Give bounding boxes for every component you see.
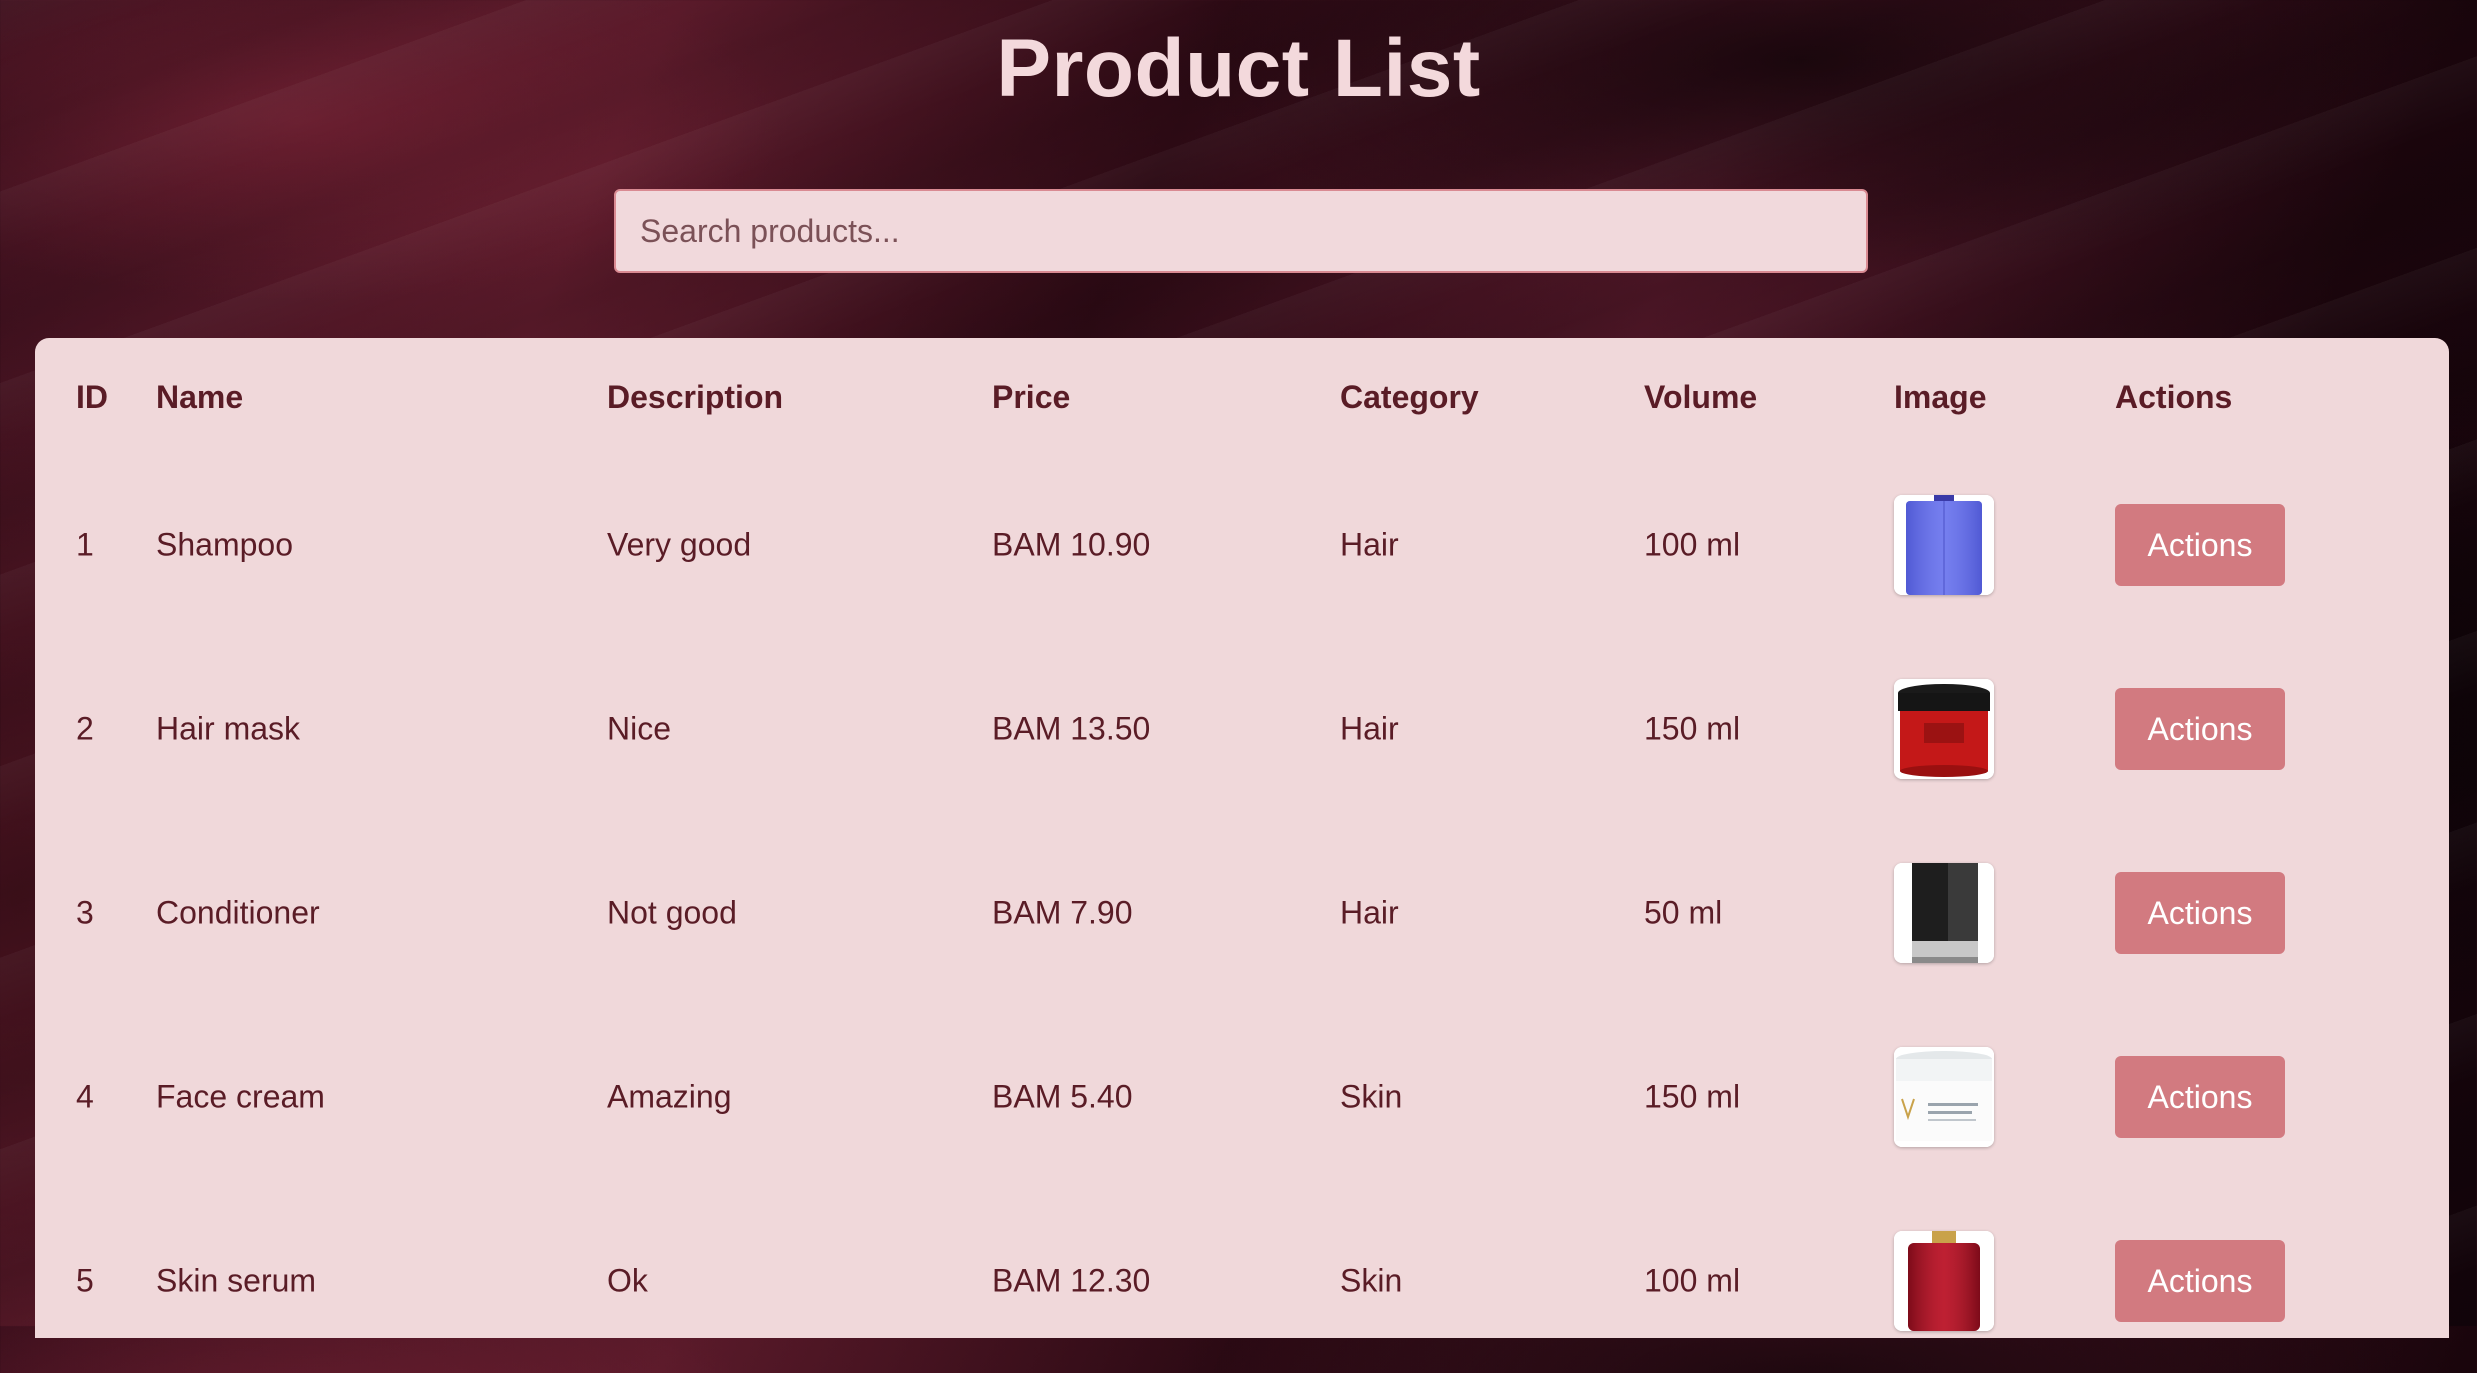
actions-button[interactable]: Actions	[2115, 688, 2285, 770]
cell-name: Shampoo	[156, 526, 293, 563]
table-row: 1 Shampoo Very good BAM 10.90 Hair 100 m…	[35, 453, 2449, 637]
face-cream-jar-image	[1894, 1047, 1994, 1147]
cell-description: Amazing	[607, 1078, 732, 1115]
cell-category: Skin	[1340, 1262, 1403, 1299]
header-category: Category	[1340, 379, 1479, 415]
product-table: ID Name Description Price Category Volum…	[35, 338, 2449, 1338]
table-row: 2 Hair mask Nice BAM 13.50 Hair 150 ml A…	[35, 637, 2449, 821]
cell-id: 4	[76, 1078, 94, 1115]
table-row: 4 Face cream Amazing BAM 5.40 Skin 150 m…	[35, 1005, 2449, 1189]
cell-description: Not good	[607, 894, 737, 931]
cell-id: 1	[76, 526, 94, 563]
cell-volume: 150 ml	[1644, 710, 1741, 747]
table-row: 5 Skin serum Ok BAM 12.30 Skin 100 ml Ac…	[35, 1189, 2449, 1373]
cell-category: Hair	[1340, 710, 1399, 747]
header-name: Name	[156, 379, 244, 415]
cell-name: Skin serum	[156, 1262, 317, 1299]
cell-category: Skin	[1340, 1078, 1403, 1115]
serum-bottle-image	[1894, 1231, 1994, 1331]
cell-price: BAM 7.90	[992, 894, 1133, 931]
cell-id: 5	[76, 1262, 94, 1299]
header-description: Description	[607, 379, 784, 415]
actions-button[interactable]: Actions	[2115, 504, 2285, 586]
header-volume: Volume	[1644, 379, 1758, 415]
table-row: 3 Conditioner Not good BAM 7.90 Hair 50 …	[35, 821, 2449, 1005]
page-title: Product List	[996, 23, 1481, 114]
cell-name: Conditioner	[156, 894, 320, 931]
cell-volume: 100 ml	[1644, 1262, 1741, 1299]
cell-category: Hair	[1340, 526, 1399, 563]
cell-name: Face cream	[156, 1078, 325, 1115]
cell-price: BAM 10.90	[992, 526, 1151, 563]
cell-volume: 50 ml	[1644, 894, 1723, 931]
header-id: ID	[76, 379, 108, 415]
header-actions: Actions	[2115, 379, 2233, 415]
header-price: Price	[992, 379, 1071, 415]
header-image: Image	[1894, 379, 1987, 415]
cell-category: Hair	[1340, 894, 1399, 931]
cell-price: BAM 12.30	[992, 1262, 1151, 1299]
actions-button[interactable]: Actions	[2115, 1056, 2285, 1138]
conditioner-tube-image	[1894, 863, 1994, 963]
hair-mask-jar-image	[1894, 679, 1994, 779]
cell-description: Very good	[607, 526, 752, 563]
cell-volume: 150 ml	[1644, 1078, 1741, 1115]
cell-price: BAM 5.40	[992, 1078, 1133, 1115]
actions-button[interactable]: Actions	[2115, 1240, 2285, 1322]
cell-price: BAM 13.50	[992, 710, 1151, 747]
actions-button[interactable]: Actions	[2115, 872, 2285, 954]
cell-name: Hair mask	[156, 710, 301, 747]
cell-description: Nice	[607, 710, 672, 747]
cell-volume: 100 ml	[1644, 526, 1741, 563]
cell-id: 2	[76, 710, 94, 747]
cell-description: Ok	[607, 1262, 648, 1299]
search-input[interactable]	[614, 189, 1868, 273]
shampoo-bottle-image	[1894, 495, 1994, 595]
cell-id: 3	[76, 894, 94, 931]
